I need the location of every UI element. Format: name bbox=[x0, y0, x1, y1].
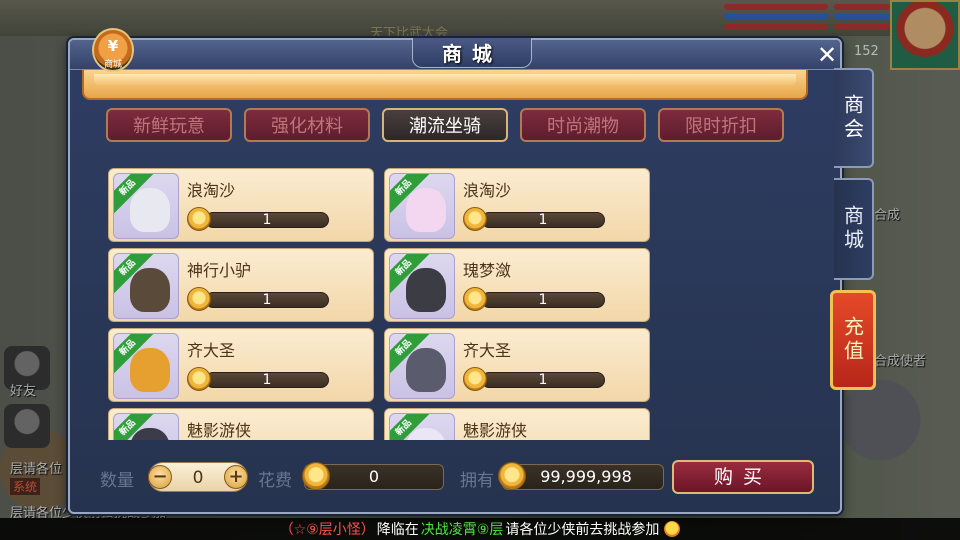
product-card[interactable]: 新品 齐大圣 1 bbox=[108, 328, 374, 402]
mount-figure bbox=[130, 348, 170, 392]
product-price: 1 bbox=[538, 372, 548, 388]
product-name: 齐大圣 bbox=[463, 341, 512, 360]
gold-coin-icon bbox=[463, 287, 487, 311]
tab-limited-discount[interactable]: 限时折扣 bbox=[658, 108, 784, 142]
quantity-minus-button[interactable]: − bbox=[148, 465, 172, 489]
product-name: 神行小驴 bbox=[187, 261, 252, 280]
product-price: 1 bbox=[262, 372, 272, 388]
buy-button[interactable]: 购买 bbox=[672, 460, 814, 494]
quantity-plus-button[interactable]: + bbox=[224, 465, 248, 489]
side-tab-mall[interactable]: 商城 bbox=[834, 178, 874, 280]
emoji-icon bbox=[664, 521, 681, 537]
gold-coin-icon bbox=[302, 462, 330, 490]
product-card[interactable]: 新品 齐大圣 1 bbox=[384, 328, 650, 402]
owned-label: 拥有 bbox=[460, 471, 494, 491]
product-name: 瑰梦潋 bbox=[463, 261, 512, 280]
yen-symbol: ¥ bbox=[107, 37, 119, 55]
gold-coin-icon bbox=[498, 462, 526, 490]
product-card[interactable]: 新品 魅影游侠 bbox=[108, 408, 374, 440]
product-price: 1 bbox=[262, 212, 272, 228]
category-tabs: 新鲜玩意 强化材料 潮流坐骑 时尚潮物 限时折扣 bbox=[106, 108, 784, 142]
close-button[interactable]: ✕ bbox=[814, 42, 840, 68]
dialog-title: 商城 bbox=[442, 42, 502, 66]
owned-value: 99,999,998 bbox=[540, 467, 632, 486]
product-thumbnail: 新品 bbox=[113, 173, 179, 239]
gold-coin-icon bbox=[187, 287, 211, 311]
mount-figure bbox=[406, 188, 446, 232]
side-tab-guild-shop[interactable]: 商会 bbox=[834, 68, 874, 168]
product-card[interactable]: 新品 瑰梦潋 1 bbox=[384, 248, 650, 322]
gold-coin-icon bbox=[187, 367, 211, 391]
announcement-suffix: 请各位少侠前去挑战参加 bbox=[505, 522, 660, 538]
mount-figure bbox=[130, 268, 170, 312]
product-thumbnail: 新品 bbox=[389, 173, 455, 239]
tab-novelty[interactable]: 新鲜玩意 bbox=[106, 108, 232, 142]
gold-ribbon-decoration bbox=[82, 70, 808, 100]
dialog-title-plate: 商城 bbox=[412, 38, 532, 68]
purchase-footer: 数量 0 − + 花费 0 拥有 99,999,998 购买 bbox=[100, 458, 820, 498]
product-price: 1 bbox=[538, 292, 548, 308]
side-tab-recharge[interactable]: 充值 bbox=[830, 290, 876, 390]
tab-fashion[interactable]: 时尚潮物 bbox=[520, 108, 646, 142]
product-price: 1 bbox=[538, 212, 548, 228]
product-name: 浪淘沙 bbox=[187, 181, 236, 200]
product-thumbnail: 新品 bbox=[113, 333, 179, 399]
mount-figure bbox=[406, 268, 446, 312]
mount-figure bbox=[130, 188, 170, 232]
product-card[interactable]: 新品 神行小驴 1 bbox=[108, 248, 374, 322]
product-name: 浪淘沙 bbox=[463, 181, 512, 200]
announcement-location: 决战凌霄⑨层 bbox=[420, 522, 504, 538]
product-price: 1 bbox=[262, 292, 272, 308]
gold-coin-icon bbox=[463, 207, 487, 231]
product-thumbnail: 新品 bbox=[389, 253, 455, 319]
product-name: 魅影游侠 bbox=[187, 421, 252, 440]
product-card[interactable]: 新品 浪淘沙 1 bbox=[384, 168, 650, 242]
tab-enhance-materials[interactable]: 强化材料 bbox=[244, 108, 370, 142]
product-thumbnail: 新品 bbox=[113, 413, 179, 440]
cost-label: 花费 bbox=[258, 471, 292, 491]
product-grid: 新品 浪淘沙 1 新品 浪淘沙 1 新品 神行小驴 1 新品 瑰梦潋 1 新品 … bbox=[108, 168, 668, 440]
gold-coin-icon bbox=[463, 367, 487, 391]
product-card[interactable]: 新品 浪淘沙 1 bbox=[108, 168, 374, 242]
product-name: 齐大圣 bbox=[187, 341, 236, 360]
announcement-banner: （☆⑨层小怪） 降临在 决战凌霄⑨层 请各位少侠前去挑战参加 bbox=[0, 518, 960, 540]
shop-badge-icon: ¥ 商城 bbox=[92, 28, 134, 72]
gold-coin-icon bbox=[187, 207, 211, 231]
announcement-monster: （☆⑨层小怪） bbox=[279, 522, 375, 538]
quantity-label: 数量 bbox=[100, 471, 134, 491]
mount-figure bbox=[406, 348, 446, 392]
product-thumbnail: 新品 bbox=[389, 413, 455, 440]
product-thumbnail: 新品 bbox=[113, 253, 179, 319]
shop-dialog: 商城 ✕ ¥ 商城 新鲜玩意 强化材料 潮流坐骑 时尚潮物 限时折扣 新品 浪淘… bbox=[68, 28, 842, 514]
shop-badge-label: 商城 bbox=[103, 60, 122, 70]
tab-mounts[interactable]: 潮流坐骑 bbox=[382, 108, 508, 142]
product-thumbnail: 新品 bbox=[389, 333, 455, 399]
product-card[interactable]: 新品 魅影游侠 bbox=[384, 408, 650, 440]
product-name: 魅影游侠 bbox=[463, 421, 528, 440]
announcement-text: 降临在 bbox=[376, 522, 419, 538]
